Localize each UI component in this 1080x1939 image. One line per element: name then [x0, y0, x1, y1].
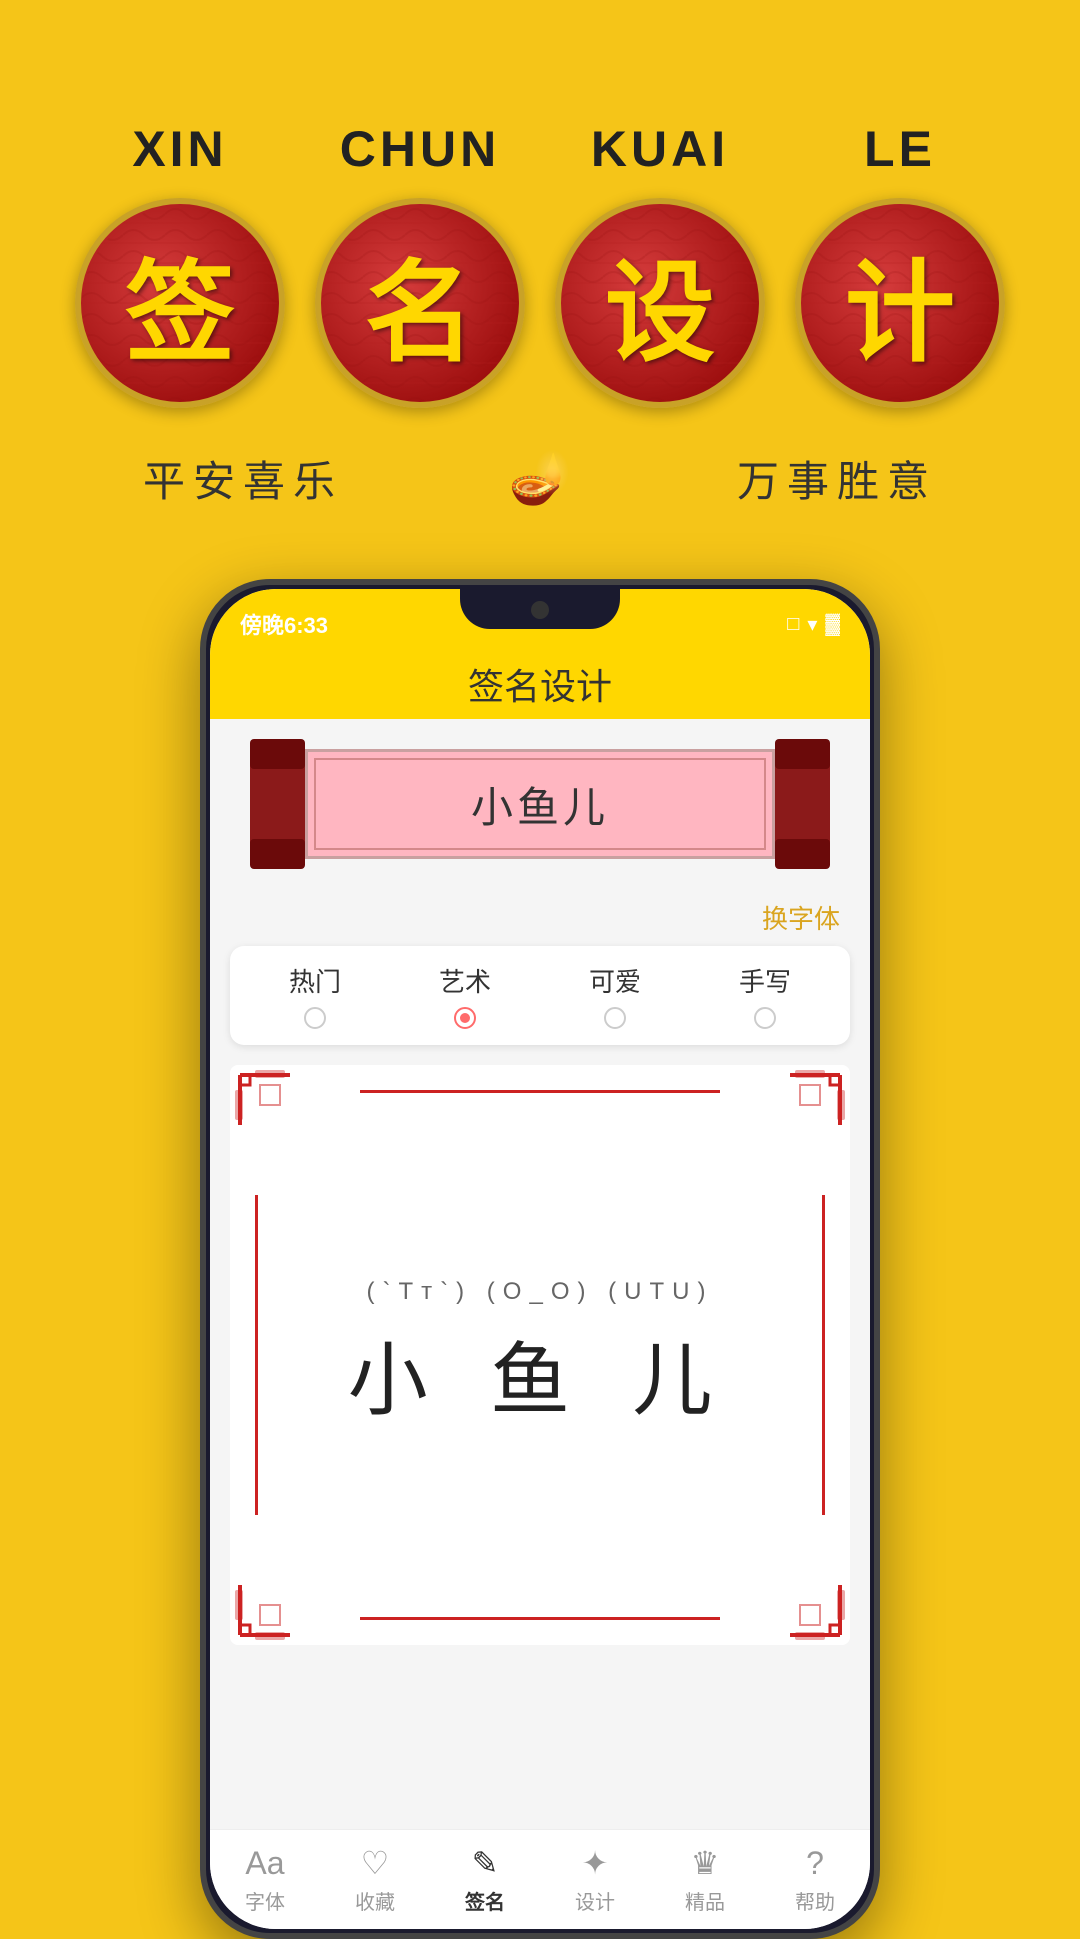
- app-header: 签名设计: [210, 649, 870, 719]
- nav-item-design[interactable]: ✦ 设计: [575, 1844, 615, 1915]
- nav-label-signature: 签名: [465, 1886, 505, 1915]
- wifi-icon: ▾: [807, 612, 817, 637]
- font-tab-hot-indicator: [304, 1007, 326, 1029]
- scroll-decoration: 小鱼儿: [250, 739, 830, 869]
- char-circle-ming: 名: [315, 198, 525, 408]
- signature-icon: ✎: [472, 1844, 499, 1882]
- signature-preview: (`Tᴛ`) (O_O) (UTU) 小 鱼 儿: [230, 1065, 850, 1645]
- app-title: 签名设计: [468, 658, 612, 710]
- nav-item-premium[interactable]: ♛ 精品: [685, 1844, 725, 1915]
- camera-dot: [531, 601, 549, 619]
- pinyin-kuai: KUAI: [550, 120, 770, 178]
- status-icons: □ ▾ ▓: [787, 612, 840, 637]
- corner-tl-icon: [230, 1065, 350, 1185]
- side-line-left: [255, 1195, 258, 1515]
- corner-tr-icon: [730, 1065, 850, 1185]
- font-tab-cute-indicator: [604, 1007, 626, 1029]
- scroll-text: 小鱼儿: [471, 774, 609, 835]
- font-tab-art-label: 艺术: [439, 962, 491, 999]
- font-tab-handwrite-indicator: [754, 1007, 776, 1029]
- font-tab-handwrite[interactable]: 手写: [739, 962, 791, 1029]
- battery-icon: □: [787, 613, 799, 636]
- phone-section: 傍晚6:33 □ ▾ ▓ 签名设计 小鱼儿: [0, 579, 1080, 1939]
- nav-label-design: 设计: [575, 1886, 615, 1915]
- corner-bl-icon: [230, 1525, 350, 1645]
- subtitle-right: 万事胜意: [737, 448, 937, 509]
- nav-label-favorite: 收藏: [355, 1886, 395, 1915]
- char-she: 设: [605, 223, 715, 383]
- side-line-top: [360, 1090, 720, 1093]
- design-icon: ✦: [582, 1844, 609, 1882]
- app-content: 小鱼儿 换字体 热门 艺术: [210, 719, 870, 1829]
- pinyin-chun: CHUN: [310, 120, 530, 178]
- change-font-button[interactable]: 换字体: [762, 899, 840, 936]
- font-tab-hot-label: 热门: [289, 962, 341, 999]
- help-icon: ?: [806, 1845, 824, 1882]
- nav-label-help: 帮助: [795, 1886, 835, 1915]
- char-qian: 签: [125, 223, 235, 383]
- bottom-nav: Aa 字体 ♡ 收藏 ✎ 签名 ✦ 设计 ♛ 精品: [210, 1829, 870, 1929]
- nav-item-help[interactable]: ? 帮助: [795, 1845, 835, 1915]
- char-circle-ji: 计: [795, 198, 1005, 408]
- char-circle-qian: 签: [75, 198, 285, 408]
- premium-icon: ♛: [691, 1844, 720, 1882]
- subtitle-row: 平安喜乐 🪔 万事胜意: [60, 448, 1020, 509]
- subtitle-left: 平安喜乐: [143, 448, 343, 509]
- phone-mockup: 傍晚6:33 □ ▾ ▓ 签名设计 小鱼儿: [200, 579, 880, 1939]
- side-line-right: [822, 1195, 825, 1515]
- phone-notch: [460, 589, 620, 629]
- signature-content: (`Tᴛ`) (O_O) (UTU) 小 鱼 儿: [348, 1278, 732, 1432]
- pinyin-row: XIN CHUN KUAI LE: [60, 120, 1020, 178]
- signal-icon: ▓: [825, 613, 840, 636]
- font-tab-hot[interactable]: 热门: [289, 962, 341, 1029]
- pinyin-xin: XIN: [70, 120, 290, 178]
- font-tabs: 热门 艺术 可爱 手写: [230, 946, 850, 1045]
- char-ming: 名: [365, 223, 475, 383]
- char-ji: 计: [845, 223, 955, 383]
- phone-inner: 傍晚6:33 □ ▾ ▓ 签名设计 小鱼儿: [210, 589, 870, 1929]
- nav-label-font: 字体: [245, 1886, 285, 1915]
- font-icon: Aa: [245, 1845, 284, 1882]
- scroll-middle: 小鱼儿: [305, 749, 775, 859]
- sig-emoji-row: (`Tᴛ`) (O_O) (UTU): [348, 1278, 732, 1306]
- char-circle-she: 设: [555, 198, 765, 408]
- font-tab-art-indicator: [454, 1007, 476, 1029]
- scroll-banner: 小鱼儿: [210, 719, 870, 889]
- font-tab-art[interactable]: 艺术: [439, 962, 491, 1029]
- nav-label-premium: 精品: [685, 1886, 725, 1915]
- top-section: XIN CHUN KUAI LE 签: [0, 0, 1080, 549]
- font-tab-cute-label: 可爱: [589, 962, 641, 999]
- scroll-right: [775, 739, 830, 869]
- nav-item-font[interactable]: Aa 字体: [245, 1845, 285, 1915]
- scroll-left: [250, 739, 305, 869]
- corner-br-icon: [730, 1525, 850, 1645]
- pinyin-le: LE: [790, 120, 1010, 178]
- nav-item-signature[interactable]: ✎ 签名: [465, 1844, 505, 1915]
- status-time: 傍晚6:33: [240, 608, 328, 640]
- favorite-icon: ♡: [361, 1844, 390, 1882]
- side-line-bottom: [360, 1617, 720, 1620]
- nav-item-favorite[interactable]: ♡ 收藏: [355, 1844, 395, 1915]
- sig-chars: 小 鱼 儿: [348, 1316, 732, 1432]
- font-tab-cute[interactable]: 可爱: [589, 962, 641, 1029]
- font-tab-handwrite-label: 手写: [739, 962, 791, 999]
- change-font-bar: 换字体: [210, 889, 870, 946]
- lantern-icon: 🪔: [509, 449, 571, 508]
- characters-row: 签 名: [60, 198, 1020, 408]
